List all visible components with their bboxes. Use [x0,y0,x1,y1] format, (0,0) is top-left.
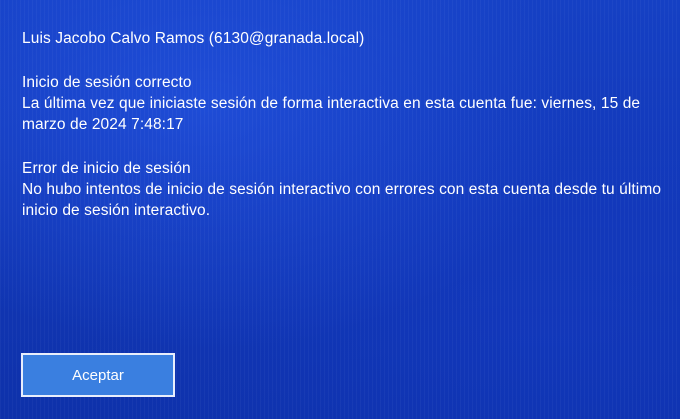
success-heading: Inicio de sesión correcto [22,74,192,91]
last-logon-message: La última vez que iniciaste sesión de fo… [22,95,641,133]
success-section: Inicio de sesión correcto La última vez … [22,72,662,135]
failed-attempts-message: No hubo intentos de inicio de sesión int… [22,181,662,219]
logon-info-screen: Luis Jacobo Calvo Ramos (6130@granada.lo… [0,0,680,419]
failure-heading: Error de inicio de sesión [22,160,191,177]
accept-button-label: Aceptar [72,366,124,384]
accept-button[interactable]: Aceptar [21,353,175,397]
logon-info-panel: Luis Jacobo Calvo Ramos (6130@granada.lo… [22,28,662,244]
account-name: Luis Jacobo Calvo Ramos (6130@granada.lo… [22,30,365,47]
failure-section: Error de inicio de sesión No hubo intent… [22,158,662,221]
